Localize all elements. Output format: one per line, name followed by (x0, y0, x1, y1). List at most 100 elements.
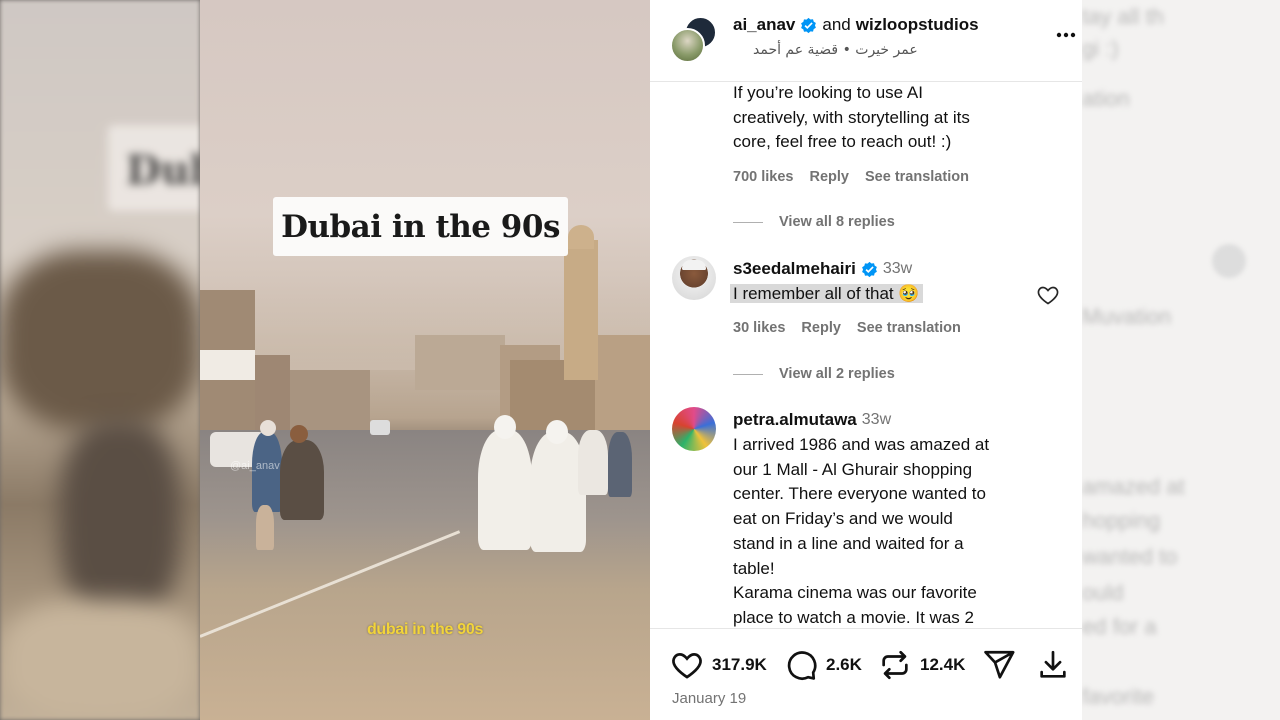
person (280, 440, 324, 520)
building (415, 335, 505, 390)
ghost-text: ed for a (1082, 614, 1157, 639)
ghost-text: ation (1082, 86, 1130, 111)
person-head (494, 415, 516, 439)
and-label: and (822, 15, 851, 34)
person-head (290, 425, 308, 443)
shop-sign (200, 350, 255, 380)
comment-bubble-icon (787, 651, 817, 680)
comment-line: Karama cinema was our favorite (733, 583, 977, 603)
comment-text: I remember all of that 🥹 (730, 282, 923, 307)
collab-avatars[interactable] (670, 16, 720, 64)
building (595, 335, 650, 445)
ghost-heart-icon (1212, 244, 1246, 278)
comment-username[interactable]: s3eedalmehairi (733, 259, 856, 279)
reply-button[interactable]: Reply (801, 320, 841, 336)
person-head (260, 420, 276, 436)
comment-meta: 30 likes Reply See translation (733, 320, 961, 336)
like-count: 317.9K (712, 655, 767, 674)
collaborator-username[interactable]: wizloopstudios (856, 15, 979, 35)
comment-line: I remember all of that 🥹 (730, 284, 923, 303)
verified-badge-icon (861, 261, 877, 277)
comment-button[interactable]: 2.6K (784, 648, 862, 682)
post-date[interactable]: January 19 (672, 690, 746, 707)
blur-blob (60, 420, 180, 620)
comment-line: table! (733, 558, 775, 578)
person-head (546, 420, 568, 444)
comment-meta: 700 likes Reply See translation (733, 169, 969, 185)
car (370, 420, 390, 435)
minaret (564, 240, 598, 380)
author-username[interactable]: ai_anav (733, 15, 795, 35)
comment-line: place to watch a movie. It was 2 (733, 607, 974, 627)
download-button[interactable] (1036, 648, 1070, 682)
reply-button[interactable]: Reply (809, 169, 849, 185)
comment-author: s3eedalmehairi 33w (733, 259, 912, 279)
see-translation-button[interactable]: See translation (865, 169, 969, 185)
person (252, 432, 282, 512)
minaret-dome (568, 225, 594, 249)
post-header: ai_anav and wizloopstudios عمر خيرت • قض… (650, 0, 1082, 82)
heart-icon (672, 653, 702, 679)
repost-icon (882, 650, 908, 680)
repost-button[interactable]: 12.4K (878, 648, 965, 682)
avatar-headwear (682, 260, 706, 270)
avatar[interactable] (670, 28, 705, 63)
comment-likes[interactable]: 700 likes (733, 169, 793, 185)
more-options-icon[interactable] (1054, 23, 1078, 47)
download-icon (1040, 650, 1066, 678)
comment-line: stand in a line and waited for a (733, 533, 964, 553)
person-white-robe (478, 430, 532, 550)
avatar[interactable] (672, 256, 716, 300)
blurred-title-card: Dub (108, 125, 200, 211)
person (608, 432, 632, 497)
comment-line: our 1 Mall - Al Ghurair shopping (733, 459, 973, 479)
reply-divider (733, 373, 763, 375)
ghost-text: Muvation (1082, 304, 1172, 329)
audio-attribution[interactable]: عمر خيرت • قضية عم أحمد (753, 42, 918, 58)
like-comment-heart-icon[interactable] (1036, 283, 1060, 307)
ghost-text: amazed at (1082, 474, 1185, 499)
like-button[interactable]: 317.9K (670, 648, 767, 682)
ghost-text: hopping (1082, 508, 1161, 533)
ghost-text: wanted to (1082, 544, 1178, 569)
comment-line: creatively, with storytelling at its (733, 107, 970, 127)
repost-count: 12.4K (920, 655, 966, 674)
comment-count: 2.6K (826, 655, 862, 674)
comment-line: If you’re looking to use AI (733, 83, 923, 102)
reply-divider (733, 221, 763, 223)
avatar[interactable] (672, 407, 716, 451)
post-panel: ai_anav and wizloopstudios عمر خيرت • قض… (650, 0, 1082, 720)
person-legs (256, 505, 274, 550)
blur-blob (0, 600, 200, 720)
building (290, 370, 370, 430)
ghost-text: ould (1082, 580, 1124, 605)
send-icon (984, 650, 1015, 679)
comments-list[interactable]: If you’re looking to use AI creatively, … (650, 82, 1082, 628)
video-title-card: Dubai in the 90s (273, 197, 568, 256)
reel-video[interactable]: @ai_anav Dubai in the 90s dubai in the 9… (200, 0, 650, 720)
verified-badge-icon (801, 17, 817, 33)
comment-likes[interactable]: 30 likes (733, 320, 785, 336)
blurred-background-right: tay all th gi :) ation Muvation amazed a… (1082, 0, 1280, 720)
comment-author: petra.almutawa 33w (733, 410, 891, 430)
video-title: Dubai in the 90s (281, 208, 560, 245)
blur-blob (0, 250, 200, 430)
view-replies-label: View all 2 replies (779, 366, 895, 382)
share-button[interactable] (982, 648, 1016, 682)
ghost-text: gi :) (1082, 36, 1119, 61)
comment-time[interactable]: 33w (862, 411, 891, 429)
view-replies-button[interactable]: View all 8 replies (733, 214, 895, 230)
comment-time[interactable]: 33w (883, 260, 912, 278)
comment-username[interactable]: petra.almutawa (733, 410, 857, 430)
view-replies-label: View all 8 replies (779, 214, 895, 230)
comment-text: If you’re looking to use AI creatively, … (733, 82, 970, 155)
comment-line: core, feel free to reach out! :) (733, 132, 952, 152)
video-watermark: @ai_anav (230, 460, 280, 472)
see-translation-button[interactable]: See translation (857, 320, 961, 336)
person-white-robe (578, 430, 608, 495)
view-replies-button[interactable]: View all 2 replies (733, 366, 895, 382)
comment-line: I arrived 1986 and was amazed at (733, 435, 990, 454)
comment-text: I arrived 1986 and was amazed at our 1 M… (733, 433, 989, 628)
video-caption: dubai in the 90s (366, 621, 484, 638)
post-actions-bar: 317.9K 2.6K 12.4K January 19 (650, 628, 1082, 720)
